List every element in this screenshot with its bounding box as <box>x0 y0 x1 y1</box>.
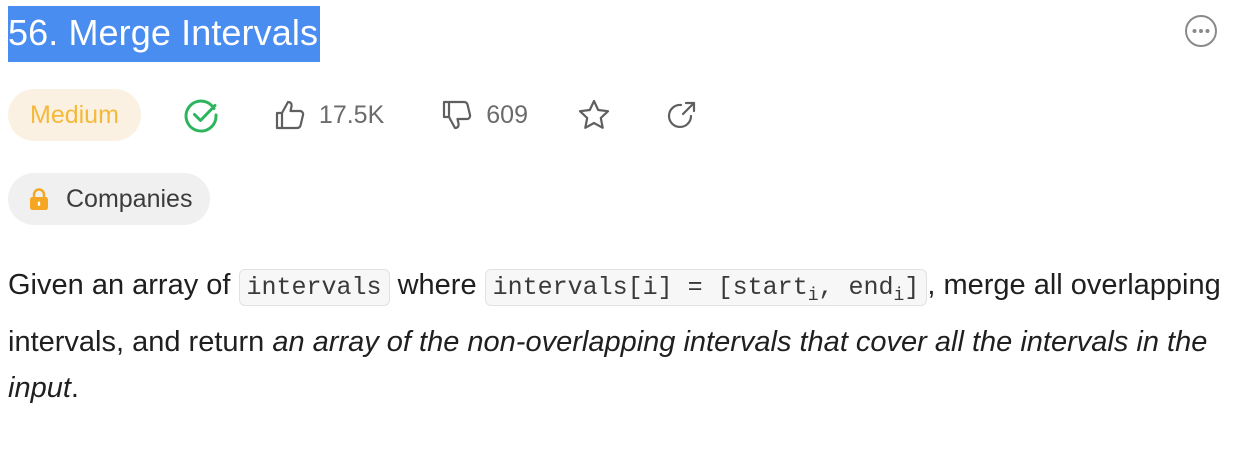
like-button[interactable]: 17.5K <box>273 98 384 132</box>
subscript-end-i: i <box>893 286 905 306</box>
problem-description: Given an array of intervals where interv… <box>8 262 1228 411</box>
companies-label: Companies <box>66 184 193 213</box>
desc-text-2: where <box>389 269 485 301</box>
solved-check-icon <box>184 99 218 133</box>
share-icon <box>667 101 696 128</box>
share-button[interactable] <box>664 97 700 133</box>
problem-meta-row: Medium 17.5K 609 <box>8 88 700 142</box>
companies-button[interactable]: Companies <box>8 173 211 225</box>
desc-text-1: Given an array of <box>8 269 239 301</box>
code-intervals: intervals <box>238 269 390 306</box>
more-options-icon[interactable] <box>1184 14 1218 48</box>
difficulty-badge: Medium <box>8 89 141 141</box>
code-interval-mid: , end <box>818 273 894 302</box>
desc-text-4: . <box>70 372 79 404</box>
problem-title[interactable]: 56. Merge Intervals <box>8 6 321 62</box>
code-interval-definition: intervals[i] = [starti, endi] <box>484 269 928 306</box>
thumbs-down-icon <box>443 100 472 130</box>
lock-icon <box>30 188 48 210</box>
code-interval-pre: intervals[i] = [start <box>492 273 808 302</box>
subscript-start-i: i <box>807 286 819 306</box>
like-count: 17.5K <box>318 100 385 129</box>
favorite-button[interactable] <box>576 97 612 133</box>
dislike-button[interactable]: 609 <box>440 98 528 132</box>
thumbs-up-icon <box>275 100 305 130</box>
title-row: 56. Merge Intervals <box>8 6 1238 62</box>
code-interval-post: ] <box>904 273 920 302</box>
dislike-count: 609 <box>486 100 528 129</box>
star-icon <box>578 99 610 129</box>
